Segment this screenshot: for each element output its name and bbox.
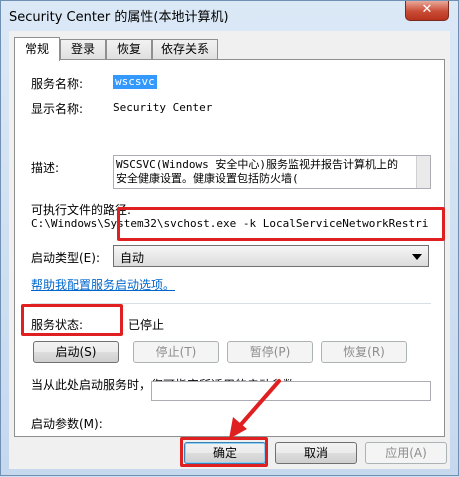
properties-dialog: Security Center 的属性(本地计算机) ✕ 常规 登录 恢复 依存… [0, 0, 459, 476]
annotation-arrow-icon [229, 379, 281, 439]
tab-general[interactable]: 常规 [14, 37, 60, 61]
